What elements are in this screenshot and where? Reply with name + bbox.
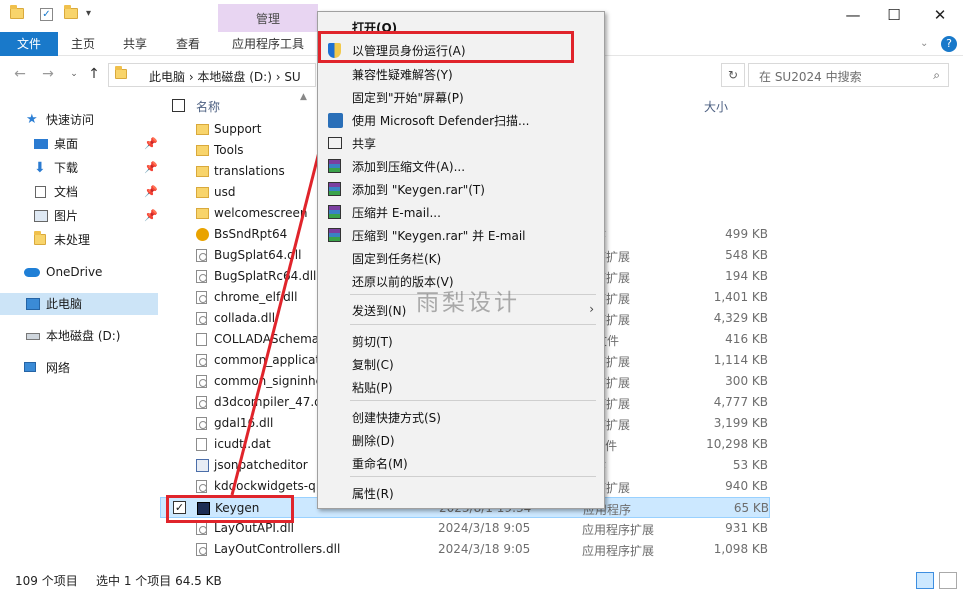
menu-item-label: 压缩并 E-mail... bbox=[352, 206, 441, 220]
menu-separator bbox=[350, 476, 596, 477]
menu-item[interactable]: 压缩到 "Keygen.rar" 并 E-mail bbox=[320, 224, 602, 246]
menu-item-label: 粘贴(P) bbox=[352, 381, 393, 395]
menu-item[interactable]: 兼容性疑难解答(Y) bbox=[320, 63, 602, 85]
menu-separator bbox=[350, 324, 596, 325]
menu-item-label: 复制(C) bbox=[352, 358, 394, 372]
menu-item[interactable]: 使用 Microsoft Defender扫描... bbox=[320, 109, 602, 131]
run-as-admin-highlight-box bbox=[318, 31, 574, 63]
menu-item-label: 发送到(N) bbox=[352, 304, 407, 318]
winrar-icon bbox=[328, 182, 341, 196]
share-icon bbox=[328, 137, 342, 149]
menu-item-label: 共享 bbox=[352, 137, 377, 151]
context-menu: 打开(O) 以管理员身份运行(A) 兼容性疑难解答(Y) 固定到"开始"屏幕(P) 使用… bbox=[317, 11, 605, 509]
menu-item-label: 使用 Microsoft Defender扫描... bbox=[352, 114, 530, 128]
submenu-arrow-icon: › bbox=[589, 302, 594, 316]
menu-item-label: 添加到压缩文件(A)... bbox=[352, 160, 466, 174]
menu-item-label: 固定到任务栏(K) bbox=[352, 252, 442, 266]
menu-item[interactable]: 固定到任务栏(K) bbox=[320, 247, 602, 269]
menu-item[interactable]: 重命名(M) bbox=[320, 452, 602, 474]
menu-item-label: 添加到 "Keygen.rar"(T) bbox=[352, 183, 485, 197]
menu-item-label: 重命名(M) bbox=[352, 457, 408, 471]
winrar-icon bbox=[328, 159, 341, 173]
menu-item-label: 属性(R) bbox=[352, 487, 394, 501]
watermark: 雨梨设计 bbox=[416, 290, 520, 316]
menu-item[interactable]: 固定到"开始"屏幕(P) bbox=[320, 86, 602, 108]
menu-item[interactable]: 创建快捷方式(S) bbox=[320, 406, 602, 428]
menu-item[interactable]: 复制(C) bbox=[320, 353, 602, 375]
menu-item-label: 创建快捷方式(S) bbox=[352, 411, 441, 425]
menu-item[interactable]: 属性(R) bbox=[320, 482, 602, 504]
menu-item[interactable]: 删除(D) bbox=[320, 429, 602, 451]
menu-item-label: 固定到"开始"屏幕(P) bbox=[352, 91, 464, 105]
menu-item[interactable]: 共享 bbox=[320, 132, 602, 154]
menu-item[interactable]: 压缩并 E-mail... bbox=[320, 201, 602, 223]
menu-item[interactable]: 添加到压缩文件(A)... bbox=[320, 155, 602, 177]
menu-separator bbox=[350, 400, 596, 401]
menu-item-label: 剪切(T) bbox=[352, 335, 393, 349]
menu-item[interactable]: 粘贴(P) bbox=[320, 376, 602, 398]
menu-item-label: 兼容性疑难解答(Y) bbox=[352, 68, 453, 82]
winrar-icon bbox=[328, 205, 341, 219]
menu-item-label: 压缩到 "Keygen.rar" 并 E-mail bbox=[352, 229, 526, 243]
menu-item[interactable]: 添加到 "Keygen.rar"(T) bbox=[320, 178, 602, 200]
menu-item-label: 删除(D) bbox=[352, 434, 395, 448]
winrar-icon bbox=[328, 228, 341, 242]
defender-icon bbox=[328, 113, 343, 128]
menu-item[interactable]: 剪切(T) bbox=[320, 330, 602, 352]
